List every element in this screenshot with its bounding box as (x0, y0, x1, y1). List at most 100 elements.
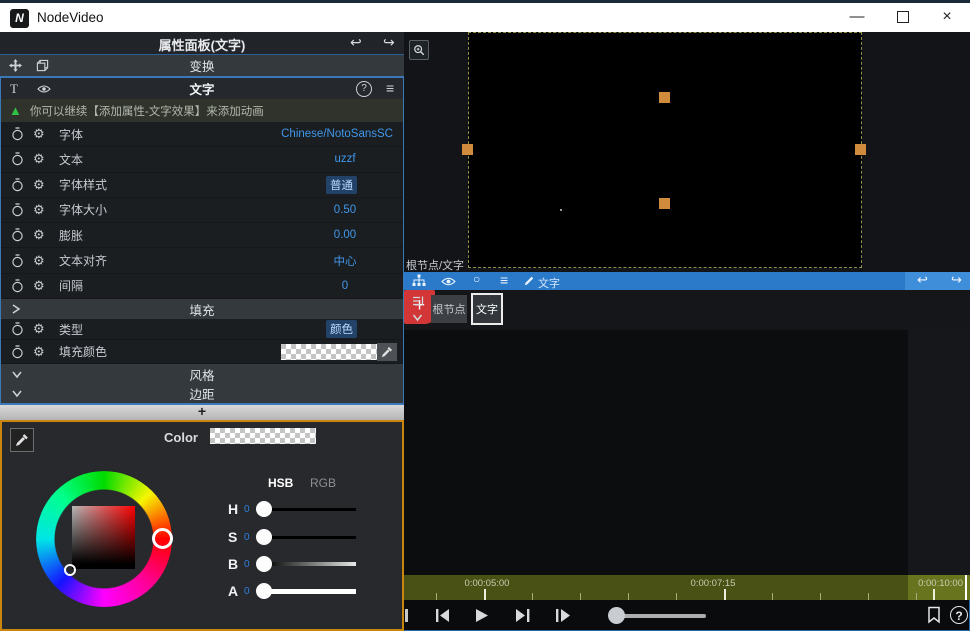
gear-icon[interactable]: ⚙ (33, 202, 59, 218)
close-button[interactable]: × (928, 3, 966, 31)
next-frame-button[interactable] (514, 608, 532, 623)
ruler-tick (532, 593, 533, 600)
circle-icon[interactable]: ○ (473, 272, 480, 286)
keyframe-stopwatch-icon[interactable] (11, 345, 33, 359)
menu-icon[interactable]: ≡ (500, 272, 508, 288)
timeline-out-of-range-column (908, 330, 970, 575)
gear-icon[interactable]: ⚙ (33, 344, 59, 360)
text-section-row[interactable]: T 文字 ? ≡ (1, 78, 403, 99)
gear-icon[interactable]: ⚙ (33, 227, 59, 243)
step-forward-button[interactable] (554, 608, 572, 623)
property-value[interactable]: 0 (297, 280, 393, 292)
keyframe-stopwatch-icon[interactable] (11, 152, 33, 166)
tab-hsb[interactable]: HSB (268, 476, 293, 490)
margin-section-label: 边距 (1, 384, 403, 403)
transform-section-row[interactable]: 变换 (0, 55, 404, 76)
minimize-button[interactable]: — (838, 3, 876, 31)
transport-bar: ? (404, 600, 970, 631)
property-value[interactable]: Chinese/NotoSansSC (281, 128, 393, 140)
node-strip-icon-column (404, 290, 430, 330)
ruler-tick-major (484, 589, 486, 600)
fill-color-swatch[interactable] (281, 344, 377, 360)
saturation-slider-handle[interactable] (256, 529, 272, 545)
help-icon[interactable]: ? (356, 81, 372, 97)
selection-handle-right[interactable] (855, 144, 866, 155)
node-button-text-selected[interactable]: 文字 (471, 293, 503, 325)
alpha-slider-track[interactable] (268, 589, 356, 594)
selection-handle-bottom[interactable] (659, 198, 670, 209)
keyframe-stopwatch-icon[interactable] (11, 203, 33, 217)
redo-icon[interactable]: ↪ (383, 34, 395, 51)
chevron-down-icon[interactable] (411, 313, 424, 322)
margin-section-header[interactable]: 边距 (1, 384, 403, 403)
brightness-slider-row: B 0 (228, 555, 356, 573)
property-value[interactable]: 普通 (326, 176, 357, 194)
prev-frame-button[interactable] (434, 608, 452, 623)
gear-icon[interactable]: ⚙ (33, 321, 59, 337)
menu-icon[interactable]: ≡ (386, 80, 394, 96)
tab-rgb[interactable]: RGB (310, 476, 336, 490)
maximize-icon (897, 11, 909, 23)
sb-square-marker[interactable] (64, 564, 76, 576)
panel-title: 属性面板(文字) (0, 35, 404, 54)
brightness-slider-track[interactable] (268, 562, 356, 566)
property-value[interactable]: 0.50 (297, 204, 393, 216)
play-button[interactable] (474, 608, 490, 623)
panel-resize-divider[interactable]: + (0, 405, 404, 420)
eyedropper-button[interactable] (10, 428, 34, 452)
gear-icon[interactable]: ⚙ (33, 126, 59, 142)
eye-icon[interactable] (441, 276, 456, 287)
editing-node-label: 文字 (538, 275, 560, 291)
pencil-icon[interactable] (523, 275, 535, 287)
fill-section-header[interactable]: 填充 (1, 299, 403, 319)
saturation-brightness-square[interactable] (72, 506, 135, 569)
property-value[interactable]: 0.00 (297, 229, 393, 241)
gear-icon[interactable]: ⚙ (33, 278, 59, 294)
ruler-tick-major (933, 589, 935, 600)
selection-handle-top[interactable] (659, 92, 670, 103)
gear-icon[interactable]: ⚙ (33, 151, 59, 167)
ruler-timestamp: 0:00:07:15 (682, 578, 744, 589)
keyframe-stopwatch-icon[interactable] (11, 228, 33, 242)
brightness-slider-label: B (228, 556, 244, 572)
composition-canvas[interactable] (468, 32, 862, 268)
bookmark-icon[interactable] (926, 606, 942, 624)
node-toolbar: ○ ≡ 文字 ↩ ↪ (404, 272, 970, 290)
gear-icon[interactable]: ⚙ (33, 253, 59, 269)
keyframe-stopwatch-icon[interactable] (11, 178, 33, 192)
keyframe-stopwatch-icon[interactable] (11, 254, 33, 268)
node-list-icon[interactable] (411, 295, 425, 308)
hue-wheel-marker[interactable] (152, 528, 173, 549)
brightness-slider-handle[interactable] (256, 556, 272, 572)
preview-viewport[interactable]: 根节点/文字 (404, 32, 970, 272)
node-button-root[interactable]: 根节点 (431, 295, 467, 323)
alpha-slider-handle[interactable] (256, 583, 272, 599)
keyframe-stopwatch-icon[interactable] (11, 322, 33, 336)
alpha-slider-label: A (228, 583, 244, 599)
undo-icon[interactable]: ↩ (350, 34, 362, 51)
ruler-tick (580, 593, 581, 600)
help-button[interactable]: ? (950, 606, 968, 624)
saturation-slider-track[interactable] (268, 536, 356, 539)
hue-slider-handle[interactable] (256, 501, 272, 517)
undo-icon[interactable]: ↩ (917, 272, 928, 288)
timeline-ruler[interactable]: 0:00:05:00 0:00:07:15 0:00:10:00 (404, 575, 970, 600)
node-tree-icon[interactable] (412, 274, 426, 287)
style-section-header[interactable]: 风格 (1, 364, 403, 384)
fill-type-value[interactable]: 颜色 (326, 320, 357, 338)
eyedropper-icon[interactable] (377, 343, 397, 361)
hue-slider-track[interactable] (268, 508, 356, 511)
timeline-tracks-area[interactable] (404, 330, 970, 575)
maximize-button[interactable] (884, 3, 922, 31)
seek-slider-track[interactable] (620, 614, 706, 618)
property-value[interactable]: uzzf (297, 153, 393, 165)
property-value[interactable]: 中心 (297, 253, 393, 269)
zoom-tool-icon[interactable] (409, 40, 429, 60)
keyframe-stopwatch-icon[interactable] (11, 279, 33, 293)
redo-icon[interactable]: ↪ (951, 272, 962, 288)
seek-slider-handle[interactable] (608, 607, 625, 624)
keyframe-stopwatch-icon[interactable] (11, 127, 33, 141)
selection-handle-left[interactable] (462, 144, 473, 155)
gear-icon[interactable]: ⚙ (33, 177, 59, 193)
playhead[interactable] (965, 575, 967, 600)
